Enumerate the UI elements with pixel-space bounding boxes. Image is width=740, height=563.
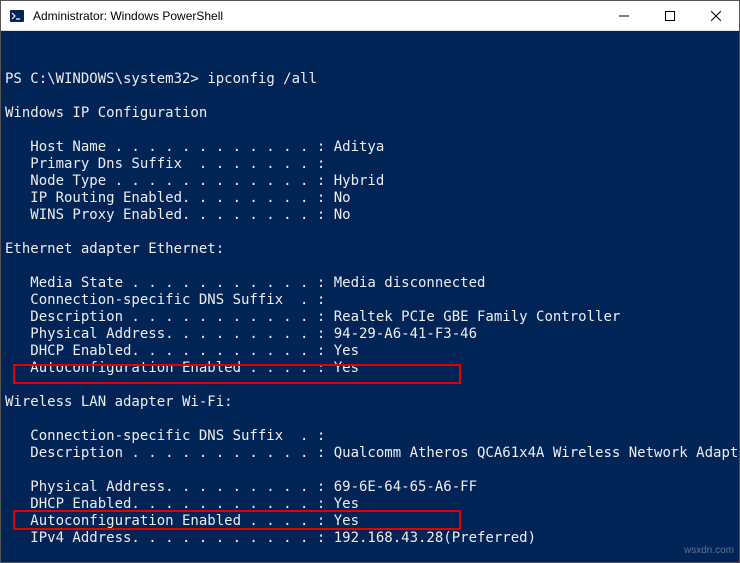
watermark: wsxdn.com <box>684 542 734 559</box>
eth-description-line: Description . . . . . . . . . . . : Real… <box>5 309 620 325</box>
primary-dns-suffix-line: Primary Dns Suffix . . . . . . . : <box>5 156 325 172</box>
wifi-header: Wireless LAN adapter Wi-Fi: <box>5 394 233 410</box>
titlebar[interactable]: Administrator: Windows PowerShell <box>1 1 739 31</box>
maximize-button[interactable] <box>647 1 693 30</box>
media-state-line: Media State . . . . . . . . . . . : Medi… <box>5 275 485 291</box>
command-text: ipconfig /all <box>207 71 317 87</box>
wins-proxy-line: WINS Proxy Enabled. . . . . . . . : No <box>5 207 351 223</box>
wifi-description-line: Description . . . . . . . . . . . : Qual… <box>5 445 739 461</box>
wifi-dhcp-line: DHCP Enabled. . . . . . . . . . . : Yes <box>5 496 359 512</box>
powershell-window: Administrator: Windows PowerShell PS C:\… <box>0 0 740 563</box>
blank-line <box>5 122 13 138</box>
window-controls <box>601 1 739 30</box>
blank-line <box>5 377 13 393</box>
blank-line <box>5 88 13 104</box>
eth-dhcp-line: DHCP Enabled. . . . . . . . . . . : Yes <box>5 343 359 359</box>
eth-physical-address-line: Physical Address. . . . . . . . . : 94-2… <box>5 326 477 342</box>
wifi-autoconfig-line: Autoconfiguration Enabled . . . . : Yes <box>5 513 359 529</box>
prompt-path: PS C:\WINDOWS\system32> <box>5 71 199 87</box>
minimize-button[interactable] <box>601 1 647 30</box>
wifi-physical-address-line: Physical Address. . . . . . . . . : 69-6… <box>5 479 477 495</box>
eth-autoconfig-line: Autoconfiguration Enabled . . . . : Yes <box>5 360 359 376</box>
wifi-dns-suffix-line: Connection-specific DNS Suffix . : <box>5 428 325 444</box>
output-header: Windows IP Configuration <box>5 105 207 121</box>
terminal-content[interactable]: PS C:\WINDOWS\system32> ipconfig /all Wi… <box>1 31 739 562</box>
ethernet-header: Ethernet adapter Ethernet: <box>5 241 224 257</box>
node-type-line: Node Type . . . . . . . . . . . . : Hybr… <box>5 173 384 189</box>
eth-dns-suffix-line: Connection-specific DNS Suffix . : <box>5 292 325 308</box>
close-button[interactable] <box>693 1 739 30</box>
window-title: Administrator: Windows PowerShell <box>33 9 601 23</box>
wifi-ipv4-line: IPv4 Address. . . . . . . . . . . : 192.… <box>5 530 536 546</box>
blank-line <box>5 224 13 240</box>
ip-routing-line: IP Routing Enabled. . . . . . . . : No <box>5 190 351 206</box>
host-name-line: Host Name . . . . . . . . . . . . : Adit… <box>5 139 384 155</box>
blank-line <box>5 411 13 427</box>
blank-line <box>5 54 13 70</box>
blank-line <box>5 258 13 274</box>
powershell-icon <box>9 8 25 24</box>
